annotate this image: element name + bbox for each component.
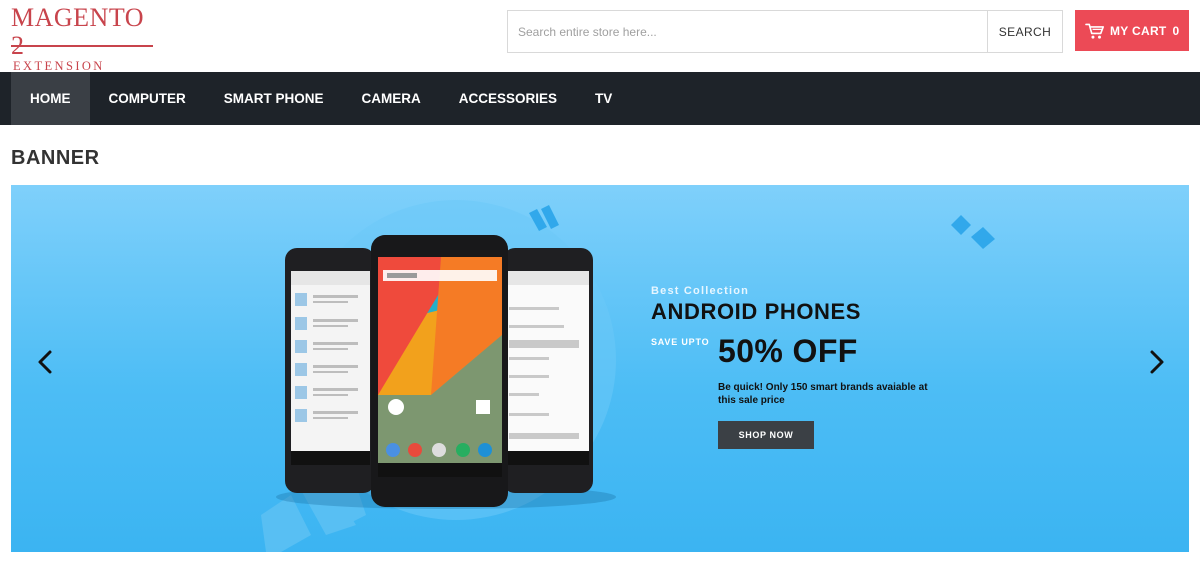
promo-text-block: Best Collection ANDROID PHONES SAVE UPTO…	[651, 285, 981, 449]
my-cart-button[interactable]: MY CART 0	[1075, 10, 1189, 51]
nav-list: HOME COMPUTER SMART PHONE CAMERA ACCESSO…	[11, 72, 631, 125]
nav-item-home[interactable]: HOME	[11, 72, 90, 125]
cart-label: MY CART	[1110, 23, 1167, 38]
nav-item-accessories[interactable]: ACCESSORIES	[440, 72, 576, 125]
slider-next-button[interactable]	[1141, 345, 1171, 379]
cart-count: 0	[1172, 23, 1180, 38]
promo-save-upto: SAVE UPTO	[651, 337, 710, 347]
section-title: BANNER	[11, 147, 100, 169]
logo-title: MAGENTO 2	[11, 3, 145, 60]
promo-headline: ANDROID PHONES	[651, 299, 862, 324]
main-navigation: HOME COMPUTER SMART PHONE CAMERA ACCESSO…	[0, 72, 1200, 125]
promo-kicker: Best Collection	[651, 285, 750, 297]
nav-item-tv[interactable]: TV	[576, 72, 631, 125]
chevron-left-icon	[38, 350, 52, 374]
banner-slider: Best Collection ANDROID PHONES SAVE UPTO…	[11, 185, 1189, 552]
logo-underline	[11, 45, 153, 47]
nav-item-camera[interactable]: CAMERA	[343, 72, 440, 125]
store-logo[interactable]: MAGENTO 2 EXTENSION DEMO	[11, 4, 156, 87]
site-header: MAGENTO 2 EXTENSION DEMO SEARCH MY CART …	[0, 0, 1200, 87]
search-input[interactable]	[508, 11, 988, 52]
nav-item-smart-phone[interactable]: SMART PHONE	[205, 72, 343, 125]
shop-now-button[interactable]: SHOP NOW	[718, 421, 814, 449]
promo-description: Be quick! Only 150 smart brands avaiable…	[718, 382, 928, 406]
search-form: SEARCH	[507, 10, 1063, 53]
search-button[interactable]: SEARCH	[987, 11, 1062, 52]
chevron-right-icon	[1150, 350, 1164, 374]
promo-offer: 50% OFF	[718, 333, 858, 369]
banner-artwork	[261, 200, 995, 552]
nav-item-computer[interactable]: COMPUTER	[90, 72, 205, 125]
cart-icon	[1085, 23, 1104, 39]
slider-prev-button[interactable]	[31, 345, 61, 379]
